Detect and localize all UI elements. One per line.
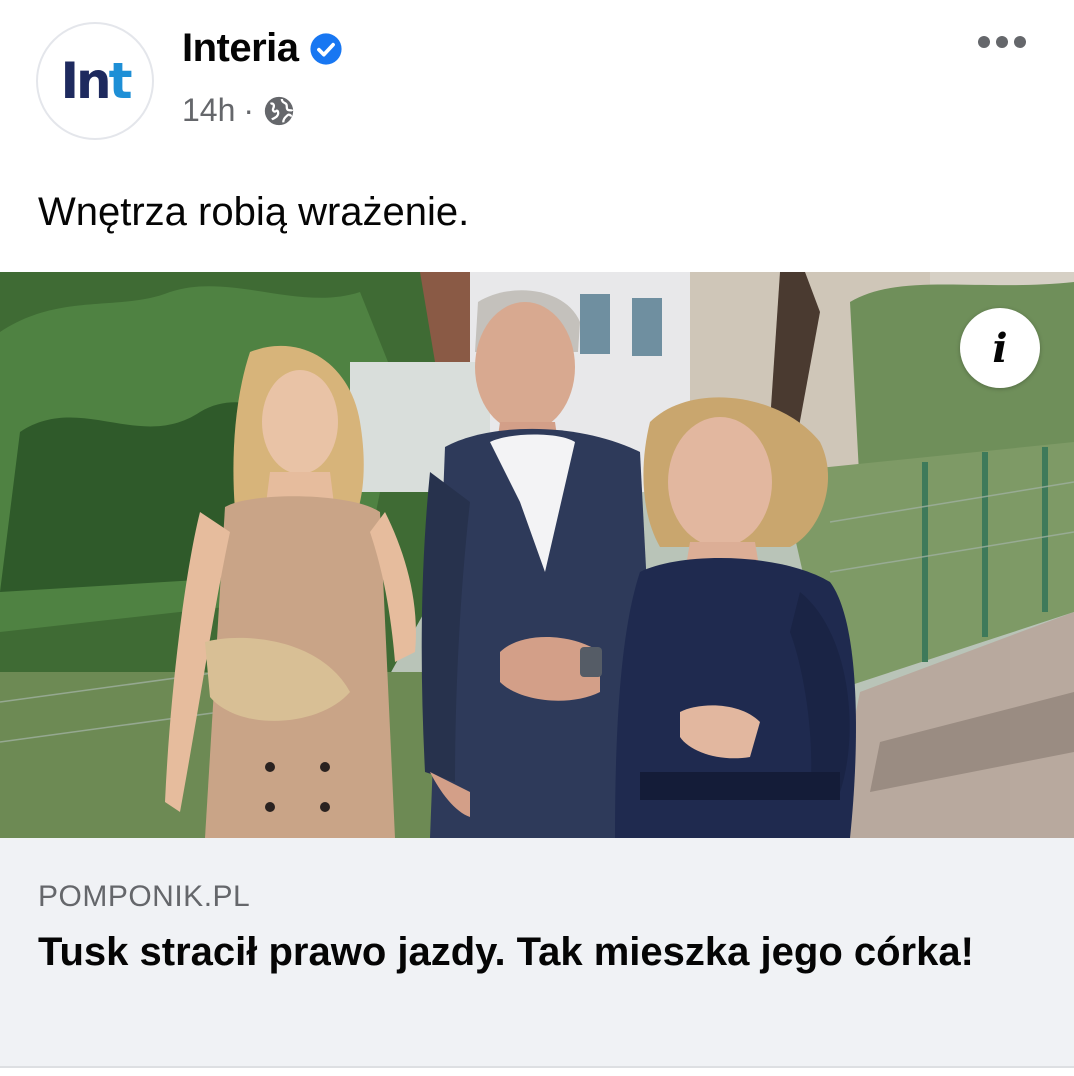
- page-name-link[interactable]: Interia: [182, 26, 299, 71]
- link-domain: POMPONIK.PL: [38, 880, 251, 913]
- verified-badge-icon: [309, 32, 342, 65]
- link-title[interactable]: Tusk stracił prawo jazdy. Tak mieszka je…: [38, 924, 1028, 980]
- link-preview-card[interactable]: POMPONIK.PL Tusk stracił prawo jazdy. Ta…: [0, 838, 1074, 1068]
- post-header: In t Interia 14h ·: [0, 0, 1074, 160]
- post-timestamp[interactable]: 14h: [182, 92, 235, 129]
- meta-separator: ·: [243, 92, 255, 128]
- post-meta: 14h ·: [182, 92, 296, 129]
- page-name-row: Interia: [182, 26, 343, 71]
- post-text: Wnętrza robią wrażenie.: [38, 190, 470, 234]
- page-avatar[interactable]: In t: [36, 22, 154, 140]
- photo-three-people-walking: [0, 272, 1074, 838]
- link-preview-image[interactable]: [0, 272, 1074, 838]
- info-icon[interactable]: i: [960, 308, 1040, 388]
- interia-logo: In t: [60, 52, 132, 110]
- more-options-icon[interactable]: [978, 36, 1026, 48]
- globe-icon[interactable]: [262, 94, 296, 128]
